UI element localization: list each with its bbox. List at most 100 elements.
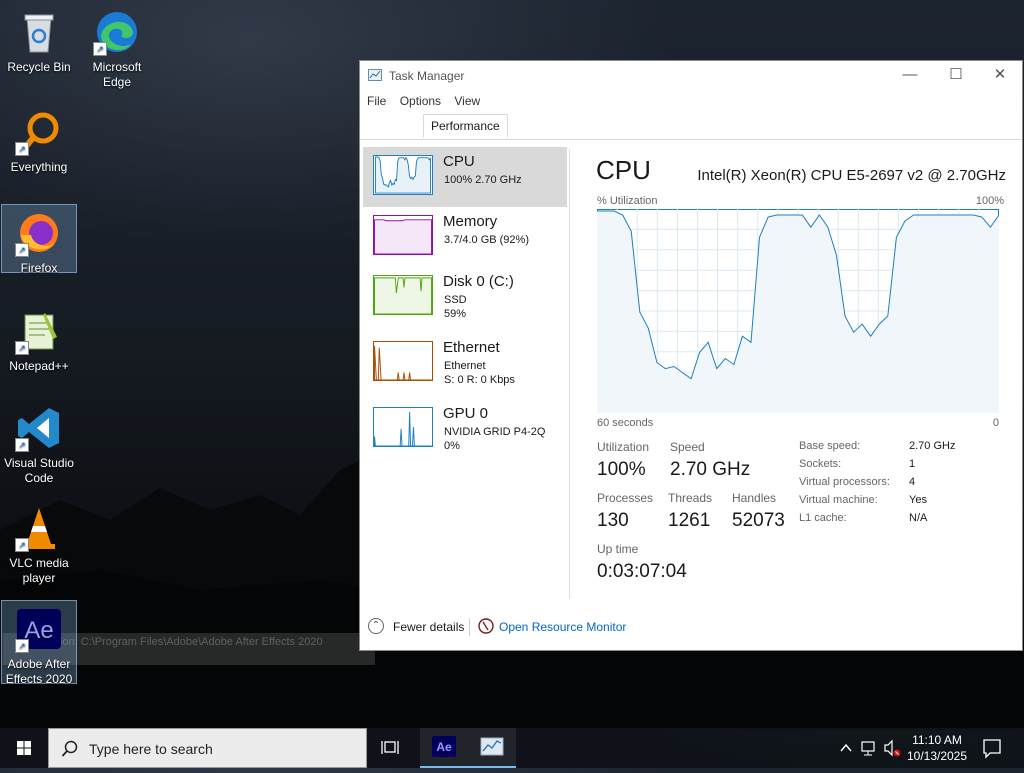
shortcut-arrow-icon: ↗ xyxy=(15,142,29,156)
desktop-icon-label: Notepad++ xyxy=(9,359,69,373)
maximize-button[interactable]: ☐ xyxy=(933,61,979,91)
menu-file[interactable]: File xyxy=(367,91,386,111)
vlc-cone-icon: ↗ xyxy=(15,504,63,552)
resource-detail: 3.7/4.0 GB (92%) xyxy=(444,234,529,246)
spec-label: Base speed: xyxy=(799,440,861,452)
footer-bar: ⌃ Fewer details Open Resource Monitor xyxy=(360,615,1022,641)
resource-name: CPU xyxy=(443,153,475,170)
spec-label: Virtual processors: xyxy=(799,476,890,488)
ethernet-thumbnail-graph xyxy=(373,341,433,381)
title-bar[interactable]: Task Manager — ☐ ✕ xyxy=(360,61,1022,91)
spec-value: 4 xyxy=(909,476,916,488)
cpu-title: CPU xyxy=(596,155,651,185)
desktop-icon-label: Visual Studio Code xyxy=(4,456,74,485)
threads-label: Threads xyxy=(668,491,713,505)
clock[interactable]: 11:10 AM 10/13/2025 xyxy=(906,732,968,764)
spec-value: 2.70 GHz xyxy=(909,440,956,452)
utilization-label: Utilization xyxy=(597,440,650,454)
desktop-icon-label: Recycle Bin xyxy=(7,60,71,74)
recycle-bin-icon xyxy=(15,8,63,56)
menu-bar: File Options View xyxy=(360,91,1022,111)
processes-value: 130 xyxy=(597,510,629,531)
search-box[interactable]: Type here to search xyxy=(48,728,367,768)
task-manager-icon xyxy=(480,737,504,756)
desktop-icon-firefox[interactable]: ↗ Firefox xyxy=(1,204,77,275)
desktop-icon-label: Adobe After Effects 2020 xyxy=(5,657,73,686)
resource-item-ethernet[interactable]: Ethernet Ethernet S: 0 R: 0 Kbps xyxy=(363,333,567,393)
uptime-label: Up time xyxy=(597,542,639,556)
notification-icon xyxy=(983,739,1001,759)
desktop-icon-vlc[interactable]: ↗ VLC media player xyxy=(1,500,77,590)
open-resource-monitor-link[interactable]: Open Resource Monitor xyxy=(499,620,626,634)
spec-label: L1 cache: xyxy=(799,512,847,524)
cpu-utilization-graph xyxy=(597,209,999,413)
svg-text:Ae: Ae xyxy=(436,740,452,754)
utilization-axis-label: % Utilization xyxy=(597,195,658,207)
menu-options[interactable]: Options xyxy=(400,91,441,111)
vscode-icon: ↗ xyxy=(15,404,63,452)
desktop-icon-visual-studio-code[interactable]: ↗ Visual Studio Code xyxy=(1,400,77,490)
resource-list: CPU 100% 2.70 GHz Memory 3.7/4.0 GB (92%… xyxy=(363,147,568,602)
fewer-details-button[interactable]: Fewer details xyxy=(393,620,464,634)
clock-time: 11:10 AM xyxy=(912,733,962,747)
handles-value: 52073 xyxy=(732,510,785,531)
footer-separator xyxy=(469,618,470,636)
spec-value: Yes xyxy=(909,494,927,506)
task-view-button[interactable] xyxy=(368,728,416,768)
disk-thumbnail-graph xyxy=(373,275,433,315)
notifications-button[interactable] xyxy=(970,728,1018,768)
processes-label: Processes xyxy=(597,491,654,505)
task-view-icon xyxy=(381,741,399,754)
desktop-icon-microsoft-edge[interactable]: ↗ Microsoft Edge xyxy=(79,4,155,94)
resource-detail: 100% 2.70 GHz xyxy=(444,174,522,186)
windows-logo-icon xyxy=(17,741,31,755)
close-button[interactable]: ✕ xyxy=(977,61,1023,91)
cpu-model: Intel(R) Xeon(R) CPU E5-2697 v2 @ 2.70GH… xyxy=(697,167,1006,184)
start-button[interactable] xyxy=(0,728,48,768)
cpu-thumbnail-graph xyxy=(373,155,433,195)
chevron-up-icon[interactable]: ⌃ xyxy=(368,618,384,634)
desktop-icon-recycle-bin[interactable]: Recycle Bin xyxy=(1,4,77,84)
taskbar-task-manager[interactable] xyxy=(468,728,516,768)
taskbar-after-effects[interactable]: Ae xyxy=(420,728,468,768)
task-manager-icon xyxy=(368,69,382,81)
resource-detail: NVIDIA GRID P4-2Q xyxy=(444,426,546,438)
utilization-value: 100% xyxy=(597,459,646,480)
speed-value: 2.70 GHz xyxy=(670,459,751,480)
desktop-icon-label: Microsoft Edge xyxy=(92,60,142,89)
resource-monitor-icon[interactable] xyxy=(478,618,494,634)
shortcut-arrow-icon: ↗ xyxy=(15,639,29,653)
resource-item-gpu[interactable]: GPU 0 NVIDIA GRID P4-2Q 0% xyxy=(363,399,567,459)
network-icon[interactable] xyxy=(861,741,875,756)
resource-name: Disk 0 (C:) xyxy=(443,273,514,290)
desktop-icon-label: Firefox xyxy=(20,261,58,275)
chevron-up-icon[interactable] xyxy=(840,743,852,752)
desktop-icon-everything[interactable]: ↗ Everything xyxy=(1,104,77,179)
tab-performance[interactable]: Performance xyxy=(423,114,508,138)
notepad-plus-plus-icon: ↗ xyxy=(15,307,63,355)
taskbar: Type here to search Ae 11:10 AM 10/13/20… xyxy=(0,728,1024,768)
spec-value: N/A xyxy=(909,512,928,524)
shortcut-arrow-icon: ↗ xyxy=(15,341,29,355)
resource-item-cpu[interactable]: CPU 100% 2.70 GHz xyxy=(363,147,567,207)
desktop-icon-after-effects[interactable]: Ae ↗ Adobe After Effects 2020 xyxy=(1,600,77,686)
resource-name: GPU 0 xyxy=(443,405,489,422)
resource-detail-2: 59% xyxy=(444,308,467,320)
speed-label: Speed xyxy=(670,440,705,454)
resource-item-disk[interactable]: Disk 0 (C:) SSD 59% xyxy=(363,267,567,327)
resource-item-memory[interactable]: Memory 3.7/4.0 GB (92%) xyxy=(363,207,567,267)
minimize-button[interactable]: — xyxy=(887,61,933,91)
spec-value: 1 xyxy=(909,458,916,470)
shortcut-arrow-icon: ↗ xyxy=(15,243,29,257)
menu-view[interactable]: View xyxy=(454,91,480,111)
clock-date: 10/13/2025 xyxy=(906,749,968,763)
gpu-thumbnail-graph xyxy=(373,407,433,447)
graph-x-start-label: 60 seconds xyxy=(597,417,654,429)
window-title: Task Manager xyxy=(389,69,465,83)
resource-detail-2: S: 0 R: 0 Kbps xyxy=(444,374,515,386)
desktop-icon-notepad-plus-plus[interactable]: ↗ Notepad++ xyxy=(1,303,77,378)
resource-name: Ethernet xyxy=(443,339,500,356)
resource-detail: SSD xyxy=(444,294,467,306)
uptime-value: 0:03:07:04 xyxy=(597,561,687,582)
volume-muted-icon[interactable] xyxy=(884,739,901,757)
